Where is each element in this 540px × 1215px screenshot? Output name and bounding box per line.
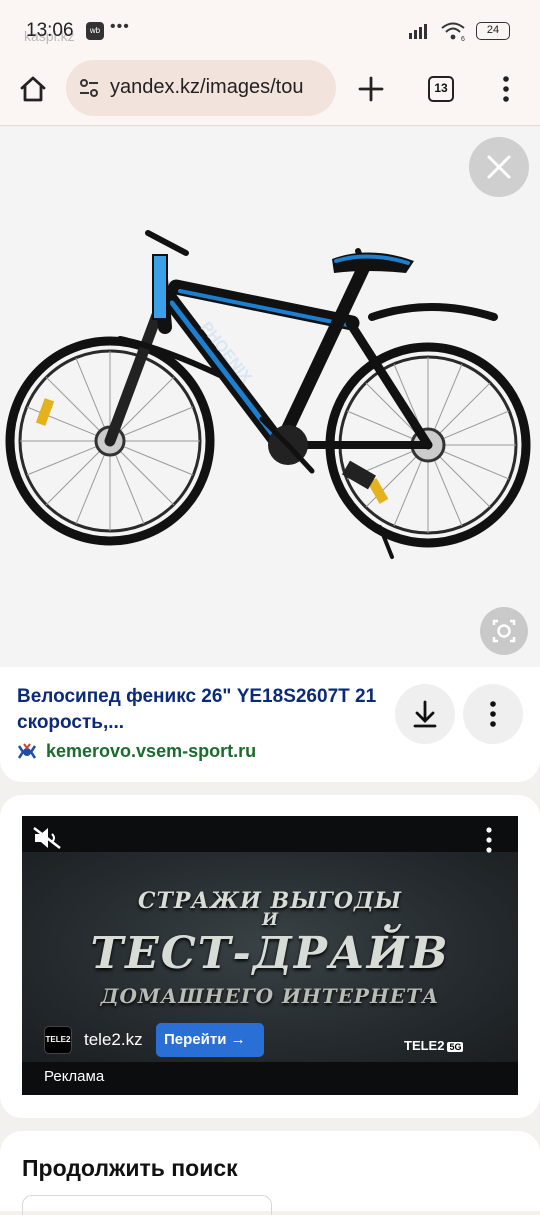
muted-speaker-icon[interactable]	[32, 826, 64, 850]
tab-switcher-button[interactable]: 13	[428, 76, 454, 102]
status-time: 13:06	[26, 20, 74, 41]
address-bar[interactable]: yandex.kz/images/tou	[66, 60, 336, 116]
source-favicon-icon	[17, 743, 37, 759]
home-icon[interactable]	[18, 74, 48, 104]
ad-headline-4: ДОМАШНЕГО ИНТЕРНЕТА	[100, 984, 440, 1008]
continue-search-card: Продолжить поиск	[0, 1131, 540, 1215]
advertiser-logo: TELE2	[44, 1026, 72, 1054]
result-source-link[interactable]: kemerovo.vsem-sport.ru	[46, 741, 256, 762]
continue-search-title: Продолжить поиск	[22, 1155, 238, 1181]
status-bar: kaspi.kz 13:06 wb ••• 6 24	[0, 0, 540, 60]
ad-bottom-bar: Реклама	[22, 1062, 518, 1095]
lens-icon	[492, 619, 516, 643]
download-button[interactable]	[395, 684, 455, 744]
wifi-icon: 6	[441, 22, 465, 41]
new-tab-icon[interactable]	[356, 74, 386, 104]
ad-label: Реклама	[44, 1068, 105, 1085]
ad-card: СТРАЖИ ВЫГОДЫ И ТЕСТ-ДРАЙВ ДОМАШНЕГО ИНТ…	[0, 795, 540, 1118]
ad-top-bar	[22, 816, 518, 852]
url-text: yandex.kz/images/tou	[110, 76, 304, 98]
ad-video[interactable]: СТРАЖИ ВЫГОДЫ И ТЕСТ-ДРАЙВ ДОМАШНЕГО ИНТ…	[22, 816, 518, 1095]
image-viewer[interactable]: PHOENIX	[0, 127, 540, 667]
more-vertical-icon	[490, 701, 496, 727]
signal-icon	[409, 24, 427, 39]
ad-headline-3: ТЕСТ-ДРАЙВ	[90, 928, 450, 979]
ad-headline-2: И	[261, 910, 279, 930]
ad-brand-logo-text: TELE2	[404, 1038, 445, 1053]
ad-menu-icon[interactable]	[484, 826, 494, 854]
download-icon	[413, 700, 437, 728]
browser-menu-icon[interactable]	[496, 74, 516, 104]
ad-brand-5g: 5G	[447, 1041, 464, 1052]
bicycle-image: PHOENIX	[5, 230, 531, 559]
browser-toolbar: yandex.kz/images/tou 13	[0, 60, 540, 126]
status-app-badge: wb	[86, 22, 104, 40]
result-info-card: Велосипед феникс 26" YE18S2607T 21 скоро…	[0, 667, 540, 782]
status-dots: •••	[110, 18, 130, 35]
continue-search-suggestion[interactable]	[22, 1195, 272, 1215]
status-right: 6 24	[408, 21, 510, 41]
network-generation: 6	[461, 36, 465, 41]
advertiser-name[interactable]: tele2.kz	[84, 1030, 143, 1050]
ad-go-button[interactable]: Перейти →	[156, 1023, 264, 1057]
battery-indicator: 24	[476, 22, 510, 40]
more-options-button[interactable]	[463, 684, 523, 744]
close-icon	[487, 155, 511, 179]
site-settings-icon[interactable]	[78, 77, 100, 99]
close-viewer-button[interactable]	[469, 137, 529, 197]
ad-brand-logo: TELE2 5G	[404, 1038, 464, 1053]
result-title[interactable]: Велосипед феникс 26" YE18S2607T 21 скоро…	[17, 684, 377, 736]
image-search-button[interactable]	[480, 607, 528, 655]
